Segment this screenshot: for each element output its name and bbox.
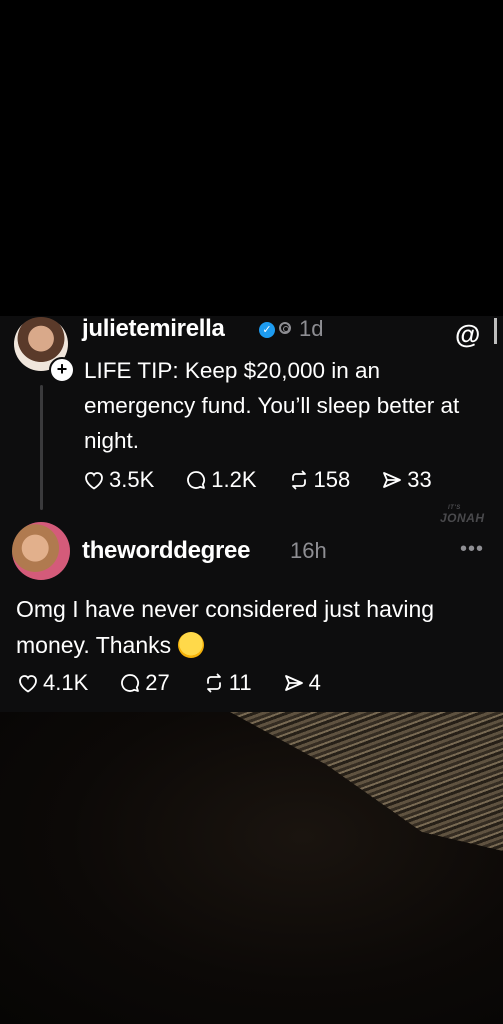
verified-badge-icon: ✓ bbox=[259, 322, 275, 338]
repost-button[interactable]: 158 bbox=[287, 467, 351, 493]
reply-actions: 4.1K 27 11 4 bbox=[16, 670, 321, 696]
money-stack-image bbox=[230, 712, 503, 862]
reply-count: 1.2K bbox=[211, 467, 257, 492]
edge-bar bbox=[494, 318, 497, 344]
reply-time: 16h bbox=[290, 538, 327, 563]
post-username[interactable]: julietemirella bbox=[82, 315, 225, 343]
post-text: LIFE TIP: Keep $20,000 in an emergency f… bbox=[84, 358, 460, 453]
reply-repost-count: 11 bbox=[228, 670, 252, 695]
reply-text: Omg I have never considered just having … bbox=[16, 596, 435, 658]
send-icon bbox=[284, 675, 303, 691]
threads-mini-icon bbox=[279, 322, 291, 334]
reply-username[interactable]: theworddegree bbox=[82, 537, 250, 565]
reply-button[interactable]: 1.2K bbox=[184, 467, 257, 493]
post-actions: 3.5K 1.2K 158 33 bbox=[82, 467, 432, 493]
avatar-theworddegree[interactable] bbox=[12, 522, 70, 580]
reply-like-count: 4.1K bbox=[43, 670, 89, 695]
heart-icon bbox=[19, 675, 37, 693]
share-count: 33 bbox=[407, 467, 432, 492]
reply-share-button[interactable]: 4 bbox=[282, 670, 321, 696]
top-black-area bbox=[0, 0, 503, 316]
follow-plus-icon[interactable]: + bbox=[49, 357, 75, 383]
reply-share-count: 4 bbox=[308, 670, 321, 695]
post-time: 1d bbox=[299, 316, 324, 341]
reply-repost-button[interactable]: 11 bbox=[202, 670, 252, 696]
like-count: 3.5K bbox=[109, 467, 155, 492]
more-icon[interactable]: ••• bbox=[460, 538, 484, 561]
like-button[interactable]: 3.5K bbox=[82, 467, 154, 493]
reply-reply-button[interactable]: 27 bbox=[118, 670, 170, 696]
thread-line bbox=[40, 385, 43, 510]
threads-logo-icon[interactable]: @ bbox=[455, 319, 480, 350]
share-button[interactable]: 33 bbox=[380, 467, 432, 493]
repost-icon bbox=[291, 470, 306, 490]
heart-icon bbox=[85, 472, 103, 490]
laughing-emoji bbox=[177, 632, 204, 658]
repost-icon bbox=[206, 673, 221, 693]
send-icon bbox=[383, 472, 402, 488]
watermark: IT'S JONAH bbox=[440, 505, 485, 525]
watermark-main: JONAH bbox=[440, 511, 485, 525]
background-photo bbox=[0, 712, 503, 1024]
repost-count: 158 bbox=[313, 467, 351, 492]
comment-icon bbox=[187, 471, 206, 489]
comment-icon bbox=[121, 674, 140, 692]
reply-text-wrapper: Omg I have never considered just having … bbox=[16, 591, 486, 663]
reply-reply-count: 27 bbox=[145, 670, 170, 695]
reply-like-button[interactable]: 4.1K bbox=[16, 670, 88, 696]
